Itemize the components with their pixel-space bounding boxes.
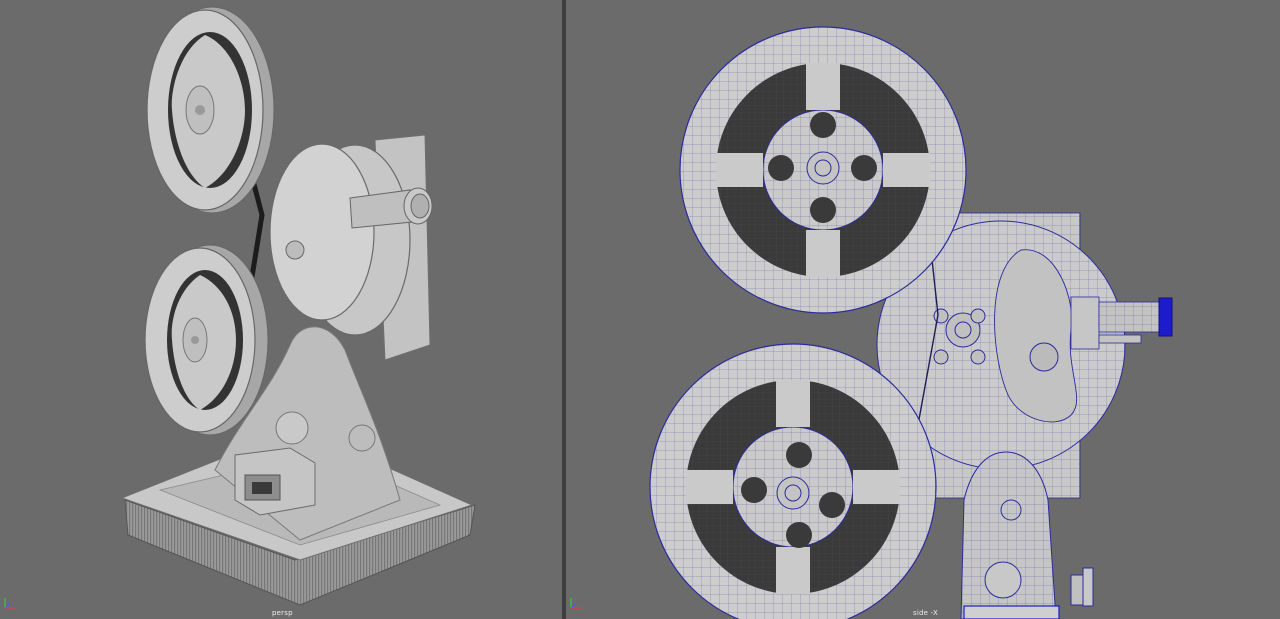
top-reel-side xyxy=(679,26,967,314)
xyz-axis-gizmo-icon xyxy=(570,598,581,609)
camera-label-side: side -X xyxy=(913,609,938,617)
maya-workspace: persp side -X xyxy=(0,0,1280,619)
viewport-side[interactable]: side -X xyxy=(566,0,1280,619)
projector-wireframe-model[interactable] xyxy=(566,0,1280,619)
camera-label-persp: persp xyxy=(272,609,293,617)
bottom-reel-side xyxy=(649,343,937,619)
bottom-reel-persp xyxy=(144,244,269,436)
viewport-persp[interactable]: persp xyxy=(0,0,562,619)
projector-shaded-model[interactable] xyxy=(0,0,562,619)
xyz-axis-gizmo-icon xyxy=(4,598,15,609)
top-reel-persp xyxy=(146,6,275,214)
